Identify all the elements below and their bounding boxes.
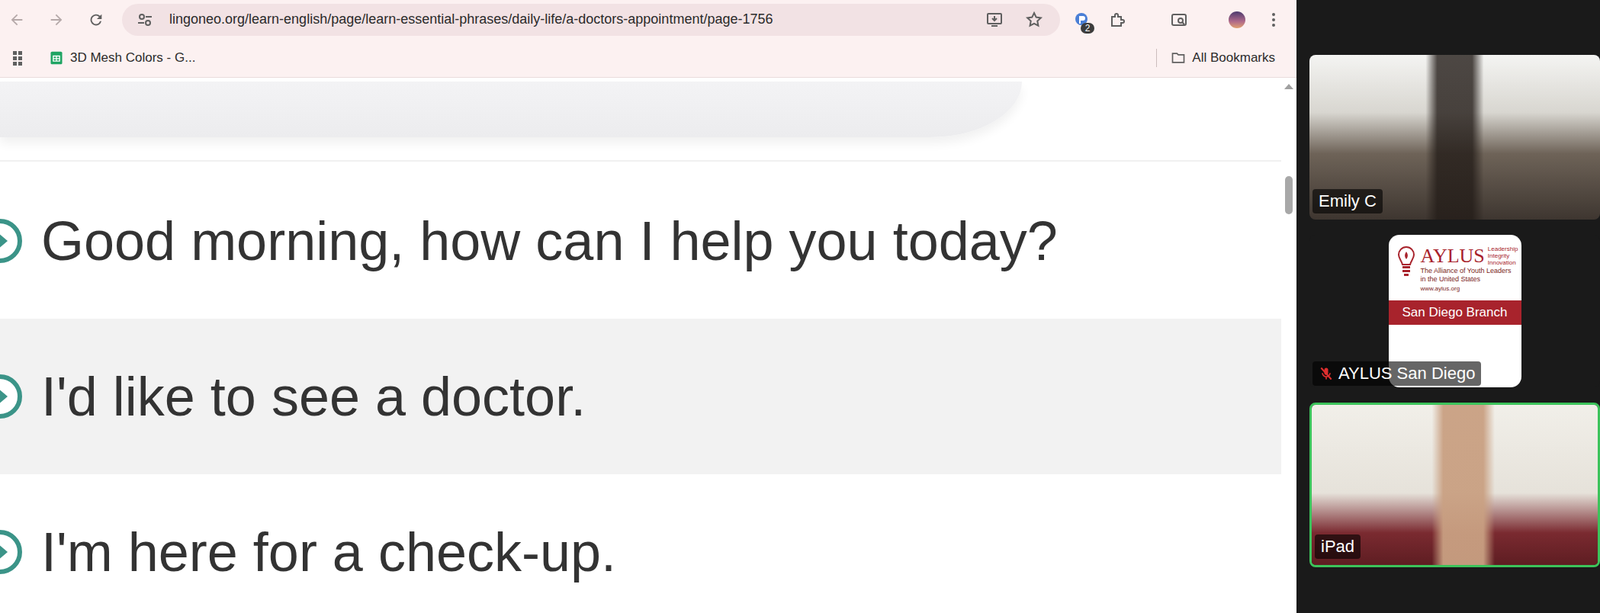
scroll-thumb [1285,176,1293,215]
all-bookmarks-label: All Bookmarks [1191,50,1276,66]
phrase-row[interactable]: I'd like to see a doctor. [0,318,1282,475]
browser-window: lingoneo.org/learn-english/page/learn-es… [0,0,1297,613]
back-icon[interactable] [0,4,34,36]
folder-icon [1170,50,1186,66]
logo-title: AYLUS [1420,245,1485,267]
participant-tile[interactable]: iPad [1309,402,1600,568]
reload-icon[interactable] [79,4,113,36]
participant-name: iPad [1320,536,1355,557]
forward-icon[interactable] [39,4,74,36]
site-info-icon[interactable] [129,4,161,36]
play-icon[interactable] [0,529,23,576]
phrase-row[interactable]: I'm here for a check-up. [0,474,1282,613]
name-label: Emily C [1312,189,1383,214]
extension-badge: 2 [1080,22,1095,34]
extension-icon[interactable]: 2 [1066,4,1097,36]
play-icon[interactable] [0,373,23,420]
participant-tile[interactable]: AYLUSLeadership Integrity InnovationThe … [1309,234,1600,388]
install-icon[interactable] [979,4,1010,36]
participant-name: Emily C [1318,191,1377,212]
phrase-text: I'd like to see a doctor. [41,365,586,428]
menu-icon[interactable] [1258,4,1289,36]
logo-url: www.aylus.org [1420,285,1516,293]
address-bar[interactable]: lingoneo.org/learn-english/page/learn-es… [122,3,1061,36]
profile-avatar-icon[interactable] [1221,4,1253,36]
play-icon[interactable] [0,218,23,264]
spreadsheet-icon [48,50,65,66]
browser-toolbar: lingoneo.org/learn-english/page/learn-es… [0,0,1297,39]
name-label: AYLUS San Diego [1312,361,1482,386]
tab-search-icon[interactable] [1163,4,1195,36]
header-card [0,81,1022,138]
muted-mic-icon [1318,366,1334,382]
logo-tagline: Leadership Integrity Innovation [1487,245,1519,267]
all-bookmarks[interactable]: All Bookmarks [1164,47,1282,69]
scrollbar[interactable] [1281,77,1297,613]
bookmarks-bar: 3D Mesh Colors - G... All Bookmarks [0,38,1297,78]
logo-subtitle: The Alliance of Youth Leaders in the Uni… [1420,266,1516,284]
participant-tile[interactable]: Emily C [1309,54,1600,220]
logo-band: San Diego Branch [1388,300,1522,325]
participants-panel: Emily C AYLUSLeadership Integrity Innovat… [1296,0,1600,613]
separator [1156,48,1157,68]
phrase-text: Good morning, how can I help you today? [41,209,1058,273]
puzzle-icon[interactable] [1102,4,1134,36]
bookmark[interactable]: 3D Mesh Colors - G... [42,47,202,69]
participant-name: AYLUS San Diego [1338,363,1475,384]
lightbulb-icon [1396,245,1417,280]
bookmark-label: 3D Mesh Colors - G... [70,50,196,66]
phrase-row[interactable]: Good morning, how can I help you today? [0,163,1282,319]
phrase-text: I'm here for a check-up. [41,520,617,584]
url-text: lingoneo.org/learn-english/page/learn-es… [169,11,971,28]
star-icon[interactable] [1018,4,1050,36]
apps-icon[interactable] [4,42,36,74]
name-label: iPad [1314,534,1361,560]
web-page: Good morning, how can I help you today? I… [0,77,1282,613]
